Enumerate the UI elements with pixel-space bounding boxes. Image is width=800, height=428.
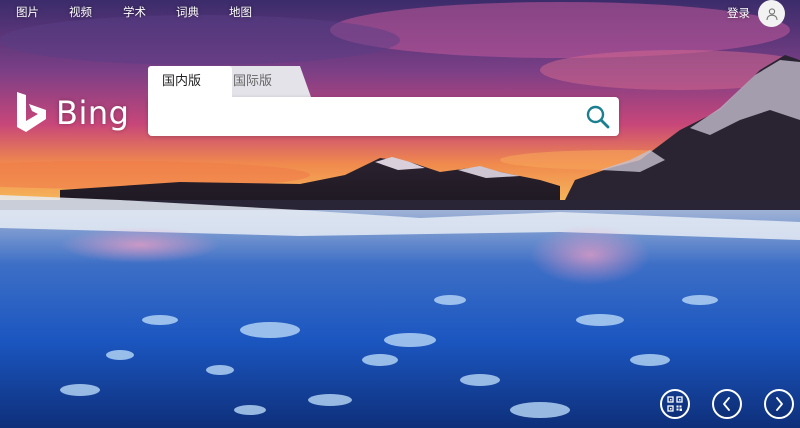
user-icon: [765, 7, 778, 20]
chevron-left-icon: [723, 397, 730, 411]
bing-logo-icon: [17, 92, 46, 132]
search-icon: [586, 105, 610, 129]
nav-link-academic[interactable]: 学术: [123, 4, 146, 20]
search-input[interactable]: [158, 103, 572, 131]
search-box: [148, 97, 619, 136]
previous-image-button[interactable]: [712, 389, 742, 419]
nav-link-images[interactable]: 图片: [16, 4, 39, 20]
tab-domestic[interactable]: 国内版: [148, 66, 232, 97]
login-link[interactable]: 登录: [727, 5, 750, 21]
nav-link-dictionary[interactable]: 词典: [176, 4, 199, 20]
nav-link-maps[interactable]: 地图: [229, 4, 252, 20]
bing-logo[interactable]: Bing: [16, 91, 136, 135]
chevron-right-icon: [776, 397, 783, 411]
tab-international[interactable]: 国际版: [219, 66, 311, 97]
logo-text: Bing: [56, 94, 130, 132]
search-button[interactable]: [585, 104, 611, 130]
top-nav: 图片 视频 学术 词典 地图 登录: [0, 0, 800, 27]
background-image: [0, 0, 800, 428]
qr-code-icon: [667, 396, 683, 412]
nav-link-videos[interactable]: 视频: [69, 4, 92, 20]
next-image-button[interactable]: [764, 389, 794, 419]
avatar[interactable]: [758, 0, 785, 27]
qr-code-button[interactable]: [660, 389, 690, 419]
